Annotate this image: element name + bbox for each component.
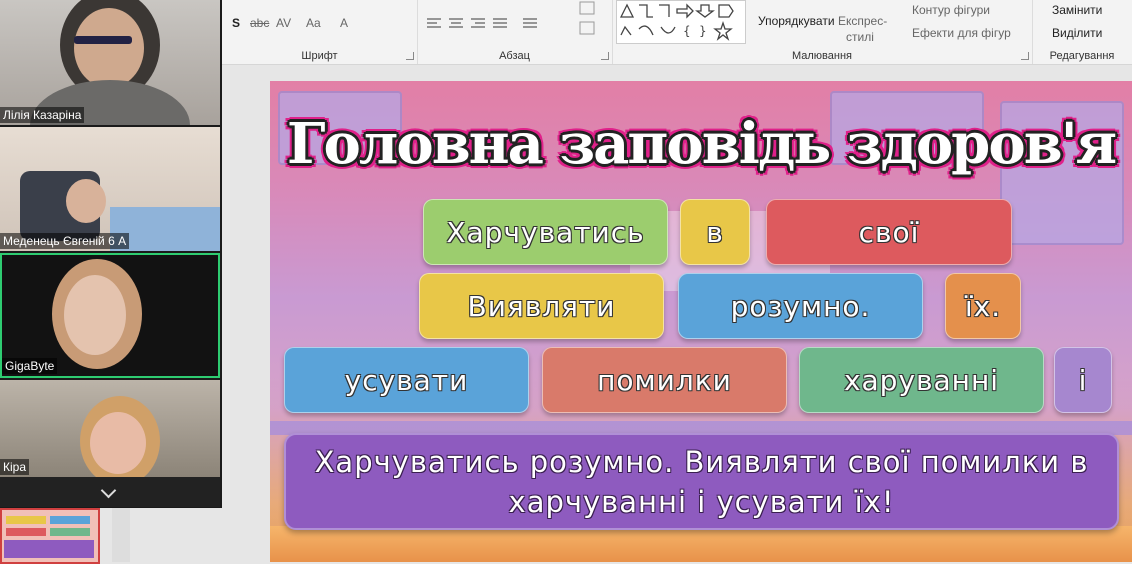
replace-button[interactable]: Замінити xyxy=(1052,3,1102,17)
shape-outline-button[interactable]: Контур фігури xyxy=(912,3,990,17)
shadow-button[interactable]: S xyxy=(232,16,240,30)
participant-name: GigaByte xyxy=(2,358,58,374)
drawing-dialog-launcher-icon[interactable] xyxy=(1021,52,1029,60)
strikethrough-button[interactable]: abc xyxy=(250,16,269,30)
slide-canvas[interactable]: Головна заповідь здоров'я Харчуватись в … xyxy=(270,81,1132,562)
word-tile[interactable]: їх. xyxy=(945,273,1021,339)
svg-text:}: } xyxy=(699,24,707,38)
paragraph-group-label: Абзац xyxy=(499,50,530,62)
svg-text:{: { xyxy=(683,24,691,38)
quick-styles-button-line2: стилі xyxy=(846,30,874,44)
shape-effects-button[interactable]: Ефекти для фігур xyxy=(912,26,1011,40)
participant-face xyxy=(66,179,106,223)
video-tile[interactable]: Кіра xyxy=(0,380,220,477)
word-tile[interactable]: Виявляти xyxy=(419,273,664,339)
font-group: S abc AV Aa A Шрифт xyxy=(222,0,418,64)
participant-face xyxy=(64,275,126,355)
word-tile[interactable]: усувати xyxy=(284,347,529,413)
word-tile[interactable]: харуванні xyxy=(799,347,1044,413)
change-case-button[interactable]: Aa xyxy=(306,16,321,30)
participant-name: Меденець Євгеній 6 А xyxy=(0,233,130,249)
word-tile[interactable]: в xyxy=(680,199,750,265)
ribbon: S abc AV Aa A Шрифт Абзац {} Упорядкува… xyxy=(222,0,1132,65)
shapes-gallery[interactable]: {} xyxy=(616,0,746,44)
drawing-group-label: Малювання xyxy=(791,50,853,62)
word-tile[interactable]: і xyxy=(1054,347,1112,413)
font-dialog-launcher-icon[interactable] xyxy=(406,52,414,60)
word-tile[interactable]: свої xyxy=(766,199,1012,265)
word-tile[interactable]: Харчуватись xyxy=(423,199,668,265)
font-group-label: Шрифт xyxy=(301,50,338,62)
participant-name: Кіра xyxy=(0,459,30,475)
glasses-decor xyxy=(74,36,132,44)
participant-name: Лілія Казаріна xyxy=(0,107,85,123)
answer-sentence-box[interactable]: Харчуватись розумно. Виявляти свої помил… xyxy=(284,433,1119,530)
chevron-down-icon xyxy=(100,482,117,499)
select-button[interactable]: Виділити xyxy=(1052,26,1102,40)
thumbnail-scrollbar[interactable] xyxy=(112,508,130,562)
character-spacing-button[interactable]: AV xyxy=(276,16,291,30)
floor-decor xyxy=(270,526,1132,562)
slide-title[interactable]: Головна заповідь здоров'я xyxy=(270,111,1132,177)
arrange-button[interactable]: Упорядкувати xyxy=(758,14,835,28)
thumb-tile xyxy=(6,528,46,536)
collapse-videos-button[interactable] xyxy=(0,477,220,507)
video-tile[interactable]: Лілія Казаріна xyxy=(0,0,220,125)
font-color-button[interactable]: A xyxy=(340,16,348,30)
paragraph-group: Абзац xyxy=(417,0,613,64)
text-direction-icon[interactable] xyxy=(577,0,601,40)
thumb-sentence xyxy=(4,540,94,558)
video-tile-active-speaker[interactable]: GigaByte xyxy=(0,253,220,378)
video-call-panel: Лілія Казаріна Меденець Євгеній 6 А Giga… xyxy=(0,0,222,508)
thumb-tile xyxy=(6,516,46,524)
video-tile[interactable]: Меденець Євгеній 6 А xyxy=(0,127,220,251)
slide-thumbnail[interactable] xyxy=(0,508,100,564)
participant-face xyxy=(90,412,146,474)
drawing-group: {} Упорядкувати Експрес- стилі Контур фі… xyxy=(612,0,1033,64)
word-tile[interactable]: помилки xyxy=(542,347,787,413)
editing-group-label: Редагування xyxy=(1049,50,1115,62)
word-tile[interactable]: розумно. xyxy=(678,273,923,339)
quick-styles-button[interactable]: Експрес- xyxy=(838,14,887,28)
participant-face xyxy=(74,8,144,88)
align-buttons-icon[interactable] xyxy=(427,16,547,32)
editing-group: Замінити Виділити Редагування xyxy=(1032,0,1132,64)
paragraph-dialog-launcher-icon[interactable] xyxy=(601,52,609,60)
thumb-tile xyxy=(50,516,90,524)
thumb-tile xyxy=(50,528,90,536)
